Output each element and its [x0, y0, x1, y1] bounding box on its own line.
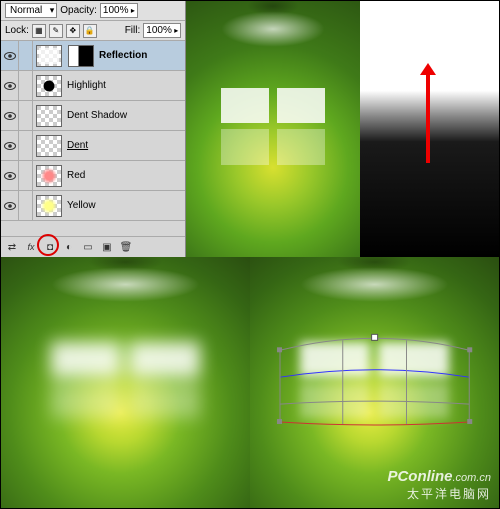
eye-icon — [4, 142, 16, 150]
layers-panel: Normal Opacity: 100% Lock: ▦ ✎ ✥ 🔒 Fill:… — [1, 1, 186, 257]
add-mask-icon[interactable]: ◘ — [43, 240, 57, 254]
window-pane — [129, 383, 200, 418]
delete-layer-icon[interactable]: 🗑 — [119, 240, 133, 254]
layer-thumbnail[interactable] — [36, 135, 62, 157]
eye-icon — [4, 112, 16, 120]
layer-row-yellow[interactable]: Yellow — [1, 191, 185, 221]
window-reflection-sharp — [221, 88, 325, 165]
eye-icon — [4, 52, 16, 60]
layer-name[interactable]: Yellow — [65, 200, 96, 211]
fill-input[interactable]: 100% — [143, 23, 181, 38]
lock-label: Lock: — [5, 25, 29, 36]
link-cell[interactable] — [19, 191, 33, 221]
new-layer-icon[interactable]: ▣ — [100, 240, 114, 254]
window-pane — [51, 342, 122, 377]
eye-icon — [4, 172, 16, 180]
eye-icon — [4, 82, 16, 90]
layer-name[interactable]: Dent Shadow — [65, 110, 127, 121]
window-pane — [221, 88, 269, 123]
window-reflection-blurred — [51, 342, 200, 417]
layer-mask-thumbnail[interactable] — [68, 45, 94, 67]
link-cell[interactable] — [19, 161, 33, 191]
apple-highlight — [300, 267, 449, 302]
watermark: PConline.com.cn 太平洋电脑网 — [387, 468, 491, 502]
visibility-toggle[interactable] — [1, 71, 19, 101]
layer-name[interactable]: Reflection — [97, 50, 147, 61]
render-warp-transform: PConline.com.cn 太平洋电脑网 — [250, 257, 499, 508]
layer-row-highlight[interactable]: Highlight — [1, 71, 185, 101]
lock-image-icon[interactable]: ✎ — [49, 24, 63, 38]
layer-thumbnail[interactable] — [36, 45, 62, 67]
arrow-up-icon — [426, 73, 430, 163]
window-pane — [221, 129, 269, 164]
fill-label: Fill: — [125, 25, 141, 36]
lock-fill-row: Lock: ▦ ✎ ✥ 🔒 Fill: 100% — [1, 21, 185, 41]
adjustment-layer-icon[interactable]: ◐ — [62, 240, 76, 254]
visibility-toggle[interactable] — [1, 161, 19, 191]
fx-icon[interactable]: fx — [24, 240, 38, 254]
eye-icon — [4, 202, 16, 210]
visibility-toggle[interactable] — [1, 41, 19, 71]
opacity-label: Opacity: — [60, 5, 97, 16]
window-pane — [277, 88, 325, 123]
layer-thumbnail[interactable] — [36, 195, 62, 217]
layer-thumbnail[interactable] — [36, 165, 62, 187]
layer-name[interactable]: Highlight — [65, 80, 106, 91]
blend-mode-dropdown[interactable]: Normal — [5, 3, 57, 18]
window-pane — [129, 342, 200, 377]
warp-transform-grid[interactable] — [280, 332, 469, 422]
lock-all-icon[interactable]: 🔒 — [83, 24, 97, 38]
layer-row-red[interactable]: Red — [1, 161, 185, 191]
link-layers-icon[interactable]: ⇄ — [5, 240, 19, 254]
layers-panel-footer: ⇄ fx ◘ ◐ ▭ ▣ 🗑 — [1, 236, 185, 257]
blend-opacity-row: Normal Opacity: 100% — [1, 1, 185, 21]
watermark-tld: .com.cn — [452, 472, 491, 484]
layer-thumbnail[interactable] — [36, 75, 62, 97]
link-cell[interactable] — [19, 101, 33, 131]
layer-row-dent-shadow[interactable]: Dent Shadow — [1, 101, 185, 131]
lock-position-icon[interactable]: ✥ — [66, 24, 80, 38]
render-blurred-reflection — [1, 257, 250, 508]
link-cell[interactable] — [19, 131, 33, 161]
layer-thumbnail[interactable] — [36, 105, 62, 127]
gradient-mask-preview — [360, 1, 499, 257]
window-pane — [51, 383, 122, 418]
group-icon[interactable]: ▭ — [81, 240, 95, 254]
layer-row-reflection[interactable]: Reflection — [1, 41, 185, 71]
visibility-toggle[interactable] — [1, 131, 19, 161]
link-cell[interactable] — [19, 41, 33, 71]
layer-name[interactable]: Red — [65, 170, 85, 181]
render-sharp-reflection — [186, 1, 359, 257]
lock-transparency-icon[interactable]: ▦ — [32, 24, 46, 38]
watermark-brand: PConline — [387, 468, 452, 485]
apple-highlight — [51, 267, 200, 302]
opacity-input[interactable]: 100% — [100, 3, 138, 18]
layer-row-dent[interactable]: Dent — [1, 131, 185, 161]
layer-name[interactable]: Dent — [65, 140, 88, 151]
link-cell[interactable] — [19, 71, 33, 101]
visibility-toggle[interactable] — [1, 191, 19, 221]
visibility-toggle[interactable] — [1, 101, 19, 131]
layers-list: Reflection Highlight Dent Shadow — [1, 41, 185, 236]
apple-highlight — [221, 11, 325, 47]
window-pane — [277, 129, 325, 164]
watermark-sub: 太平洋电脑网 — [387, 485, 491, 502]
